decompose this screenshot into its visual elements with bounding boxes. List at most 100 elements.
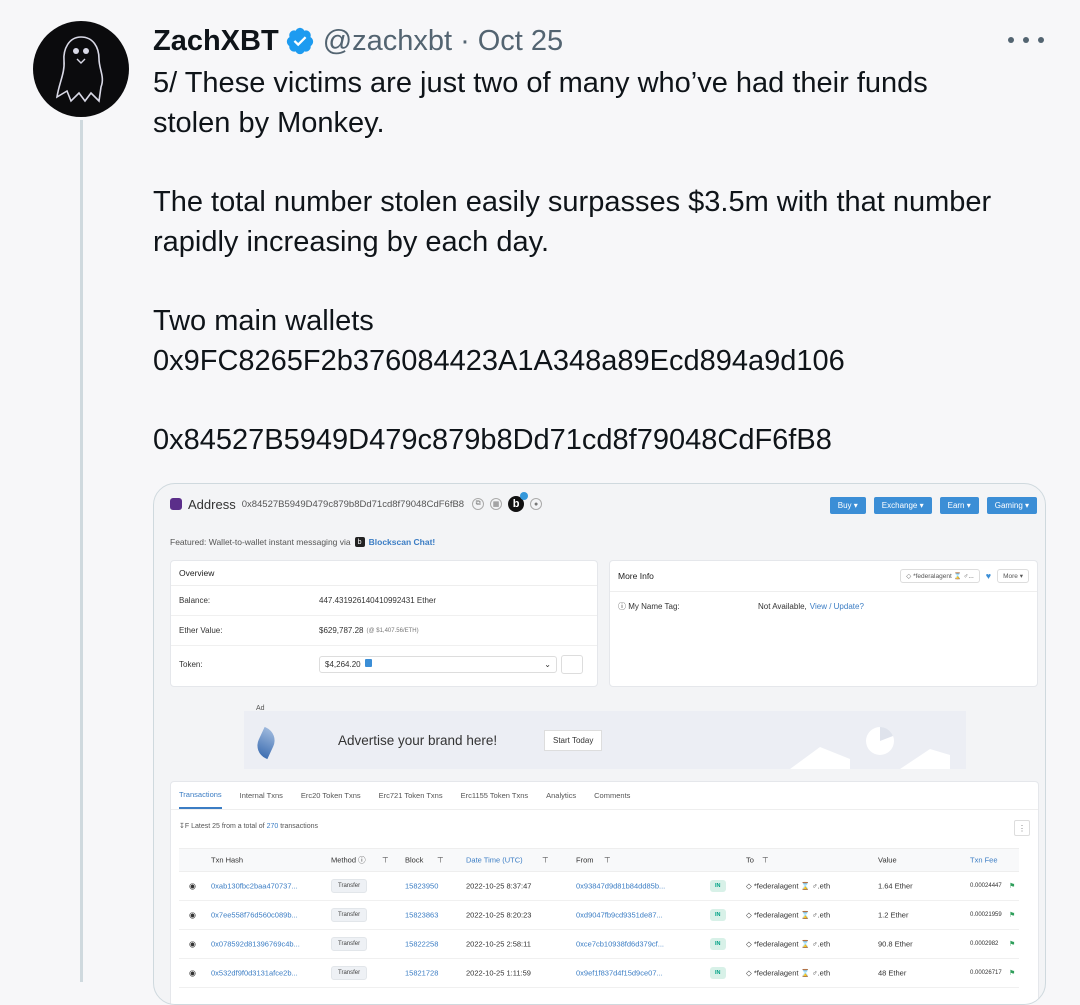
tweet-header: ZachXBT @zachxbt · Oct 25: [153, 22, 563, 60]
ether-value: $629,787.28: [319, 626, 364, 635]
tweet-image[interactable]: Address 0x84527B5949D479c879b8Dd71cd8f79…: [153, 483, 1046, 1005]
menu-gaming[interactable]: Gaming ▾: [986, 497, 1037, 514]
token-select[interactable]: $4,264.20 ⌄: [319, 655, 557, 673]
tweet-line: 5/ These victims are just two of many wh…: [153, 67, 928, 99]
token-label: Token:: [179, 659, 203, 669]
block-link[interactable]: 15823950: [405, 881, 438, 890]
more-dropdown[interactable]: More ▾: [997, 569, 1029, 583]
tab-erc1155[interactable]: Erc1155 Token Txns: [461, 783, 529, 808]
date-time: 2022-10-25 8:20:23: [466, 910, 532, 919]
ad-illustration: [790, 727, 950, 769]
tab-erc20[interactable]: Erc20 Token Txns: [301, 783, 361, 808]
avatar[interactable]: [33, 21, 129, 117]
table-row: ◉ 0x532df9f0d3131afce2b... Transfer 1582172…: [179, 958, 1019, 988]
filter-icon[interactable]: ⊤: [542, 856, 549, 865]
start-today-button[interactable]: Start Today: [544, 730, 603, 751]
wallet-icon[interactable]: [561, 654, 583, 674]
block-link[interactable]: 15822258: [405, 939, 438, 948]
tab-analytics[interactable]: Analytics: [546, 783, 576, 808]
col-value: Value: [878, 855, 897, 865]
date-time: 2022-10-25 2:58:11: [466, 939, 531, 948]
name-tag-pill[interactable]: ◇ *federalagent ⌛ ♂...: [900, 569, 980, 583]
method-badge: Transfer: [331, 936, 368, 951]
txn-fee: 0.0002982: [970, 940, 999, 947]
to-address[interactable]: ◇ *federalagent ⌛ ♂.eth: [746, 968, 830, 977]
address-value: 0x84527B5949D479c879b8Dd71cd8f79048CdF6f…: [241, 498, 465, 510]
tx-tabs: Transactions Internal Txns Erc20 Token T…: [171, 782, 1038, 810]
ghost-penguin-icon: [55, 36, 104, 103]
txn-fee: 0.00026717: [970, 969, 1002, 976]
table-row: ◉ 0x7ee558f76d560c089b... Transfer 15823863…: [179, 900, 1019, 930]
name-tag-update-link[interactable]: View / Update?: [810, 602, 864, 611]
filter-icon[interactable]: ⊤: [604, 856, 611, 865]
block-link[interactable]: 15821728: [405, 968, 438, 977]
more-options-icon[interactable]: [1008, 30, 1044, 50]
blockscan-chat-link[interactable]: Blockscan Chat!: [369, 537, 436, 547]
tweet-line: Two main wallets: [153, 305, 374, 337]
direction-badge: IN: [710, 966, 726, 979]
ad-banner[interactable]: Ad Advertise your brand here! Start Toda…: [244, 705, 966, 769]
kebab-menu-icon[interactable]: ⋮: [1014, 820, 1030, 836]
to-address[interactable]: ◇ *federalagent ⌛ ♂.eth: [746, 910, 830, 919]
from-address-link[interactable]: 0x93847d9d81b84dd85b...: [576, 881, 665, 890]
verified-badge-icon: [286, 27, 313, 55]
latest-suffix: transactions: [280, 823, 318, 830]
menu-buy[interactable]: Buy ▾: [829, 497, 866, 514]
table-header: Txn Hash Method ⓘ ⊤ Block ⊤ Date Time (U…: [179, 848, 1019, 872]
name-tag-value: Not Available,: [758, 602, 807, 611]
chevron-down-icon: ⌄: [544, 659, 551, 669]
direction-badge: IN: [710, 937, 726, 950]
tab-comments[interactable]: Comments: [594, 783, 630, 808]
txn-hash-link[interactable]: 0xab130fbc2baa470737...: [211, 881, 298, 890]
menu-exchange[interactable]: Exchange ▾: [873, 497, 932, 514]
gas-icon: ⚑: [1009, 911, 1016, 919]
value: 90.8 Ether: [878, 939, 913, 948]
qr-code-icon[interactable]: ▦: [490, 498, 503, 510]
filter-icon[interactable]: ⊤: [762, 856, 769, 865]
tweet-date[interactable]: Oct 25: [478, 25, 563, 58]
latest-count[interactable]: 270: [267, 823, 279, 830]
col-txn-hash: Txn Hash: [211, 855, 244, 865]
col-to: To: [746, 855, 754, 865]
col-date-time[interactable]: Date Time (UTC): [466, 856, 523, 865]
chat-icon[interactable]: ●: [530, 498, 543, 510]
eye-icon[interactable]: ◉: [189, 910, 196, 919]
method-badge: Transfer: [331, 907, 368, 922]
wallet-address: 0x84527B5949D479c879b8Dd71cd8f79048CdF6f…: [153, 424, 832, 456]
blockscan-chat-icon: b: [354, 537, 365, 547]
filter-icon[interactable]: ⊤: [382, 856, 389, 865]
thread-line: [80, 120, 83, 982]
eye-icon[interactable]: ◉: [189, 881, 196, 890]
from-address-link[interactable]: 0x9ef1f837d4f15d9ce07...: [576, 968, 663, 977]
filter-icon[interactable]: ⊤: [437, 856, 444, 865]
token-count-badge: [364, 659, 372, 667]
table-row: ◉ 0x078592d81396769c4b... Transfer 15822258…: [179, 929, 1019, 959]
author-name[interactable]: ZachXBT: [153, 25, 279, 58]
eye-icon[interactable]: ◉: [189, 939, 196, 948]
txn-hash-link[interactable]: 0x7ee558f76d560c089b...: [211, 910, 298, 919]
eye-icon[interactable]: ◉: [189, 968, 196, 977]
method-badge: Transfer: [331, 965, 368, 980]
date-time: 2022-10-25 8:37:47: [466, 881, 532, 890]
menu-earn[interactable]: Earn ▾: [939, 497, 979, 514]
from-address-link[interactable]: 0xd9047fb9cd9351de87...: [576, 910, 663, 919]
value: 48 Ether: [878, 968, 907, 977]
from-address-link[interactable]: 0xce7cb10938fd6d379cf...: [576, 939, 664, 948]
tab-erc721[interactable]: Erc721 Token Txns: [379, 783, 443, 808]
txn-hash-link[interactable]: 0x532df9f0d3131afce2b...: [211, 968, 298, 977]
wallet-address: 0x9FC8265F2b376084423A1A348a89Ecd894a9d1…: [153, 344, 845, 377]
to-address[interactable]: ◇ *federalagent ⌛ ♂.eth: [746, 881, 830, 890]
table-row: ◉ 0xab130fbc2baa470737... Transfer 15823950…: [179, 871, 1019, 901]
block-link[interactable]: 15823863: [405, 910, 438, 919]
copy-icon[interactable]: ⧉: [472, 498, 485, 510]
heart-icon[interactable]: ♥: [986, 571, 991, 581]
col-txn-fee[interactable]: Txn Fee: [970, 856, 998, 865]
separator-dot: ·: [460, 24, 470, 57]
txn-hash-link[interactable]: 0x078592d81396769c4b...: [211, 939, 300, 948]
author-handle[interactable]: @zachxbt: [323, 25, 452, 58]
tab-transactions[interactable]: Transactions: [179, 782, 222, 809]
to-address[interactable]: ◇ *federalagent ⌛ ♂.eth: [746, 939, 830, 948]
blockscan-icon[interactable]: b: [508, 492, 529, 512]
token-row: Token: $4,264.20 ⌄: [171, 646, 597, 682]
tab-internal-txns[interactable]: Internal Txns: [240, 783, 283, 808]
